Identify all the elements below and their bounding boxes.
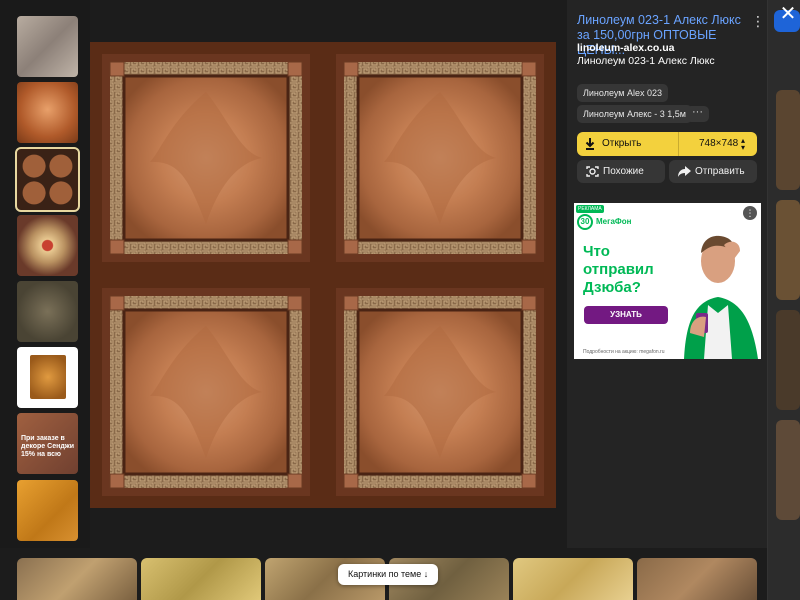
button-divider (678, 132, 679, 156)
more-tags-button[interactable]: ··· (686, 106, 709, 122)
related-thumbnail[interactable] (17, 558, 137, 600)
ad-logo-number: 30 (577, 214, 593, 230)
close-icon[interactable]: ✕ (778, 4, 798, 24)
ad-options-icon[interactable]: ⋮ (743, 206, 757, 220)
tag-chip[interactable]: Линолеум Алекс - 3 1,5м (577, 105, 692, 123)
background-card (776, 310, 800, 410)
thumbnail[interactable] (17, 16, 78, 77)
ad-cta-button[interactable]: УЗНАТЬ (584, 306, 668, 324)
thumbnail[interactable] (17, 281, 78, 342)
ad-logo-text: МегаФон (596, 217, 632, 226)
panel-br (336, 288, 544, 496)
background-card (776, 200, 800, 300)
share-button[interactable]: Отправить (669, 160, 757, 183)
related-thumbnail[interactable] (141, 558, 261, 600)
ad-badge: РЕКЛАМА (576, 205, 604, 213)
advertisement-banner[interactable]: РЕКЛАМА 30 МегаФон Что отправил Дзюба? У… (574, 203, 761, 359)
camera-search-icon (586, 166, 599, 177)
background-card (776, 420, 800, 520)
image-stage (90, 0, 567, 548)
ad-headline: Что отправил Дзюба? (583, 243, 654, 296)
result-subtitle: Линолеум 023-1 Алекс Люкс (577, 55, 715, 67)
open-image-button[interactable]: Открыть 748×748 ▴ ▾ (577, 132, 757, 156)
source-domain[interactable]: linoleum-alex.co.ua (577, 42, 674, 54)
image-viewer: При заказе в декоре Сенджи 15% на всю Ли… (0, 0, 800, 600)
thumbnail[interactable] (17, 215, 78, 276)
ad-fine-print: Подробности на акцию: megafon.ru (583, 349, 665, 355)
related-images-button[interactable]: Картинки по теме ↓ (338, 564, 439, 585)
panel-bl (102, 288, 310, 496)
related-thumbnail[interactable] (637, 558, 757, 600)
similar-button[interactable]: Похожие (577, 160, 665, 183)
thumbnail[interactable] (17, 480, 78, 541)
similar-label: Похожие (603, 166, 644, 177)
ad-person-image (674, 209, 761, 359)
scrollbar[interactable] (767, 0, 768, 600)
thumbnail[interactable]: При заказе в декоре Сенджи 15% на всю (17, 413, 78, 474)
size-caret-icon[interactable]: ▴ ▾ (741, 137, 745, 152)
thumbnail[interactable] (17, 347, 78, 408)
panel-tl (102, 54, 310, 262)
panel-tr (336, 54, 544, 262)
thumbnail-active[interactable] (15, 147, 80, 212)
share-label: Отправить (695, 166, 745, 177)
image-size-label[interactable]: 748×748 (699, 138, 738, 149)
thumbnail[interactable] (17, 82, 78, 143)
thumbnail-list: При заказе в декоре Сенджи 15% на всю (0, 0, 90, 548)
related-thumbnail[interactable] (513, 558, 633, 600)
tag-chip[interactable]: Линолеум Alex 023 (577, 84, 668, 102)
more-options-icon[interactable]: ⋮ (751, 14, 765, 30)
background-card (776, 90, 800, 190)
thumbnail-promo-text: При заказе в декоре Сенджи 15% на всю (21, 435, 75, 458)
download-icon (585, 138, 595, 150)
open-label: Открыть (602, 138, 642, 149)
main-image[interactable] (90, 42, 556, 508)
share-arrow-icon (678, 166, 691, 177)
